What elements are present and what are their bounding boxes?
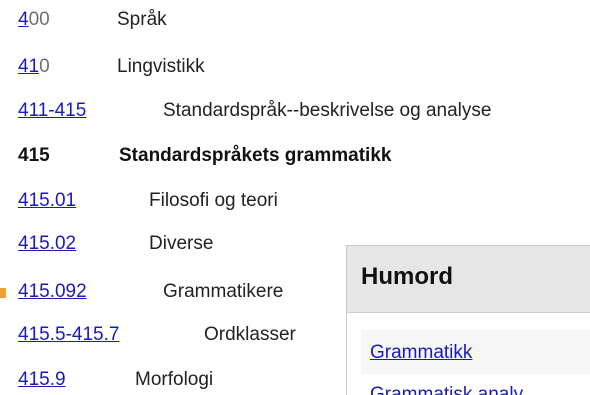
class-label-415-5-415-7: Ordklasser: [204, 324, 296, 345]
class-label-400: Språk: [117, 9, 167, 30]
class-code-410[interactable]: 410: [18, 53, 50, 81]
humord-panel: Humord Grammatikk Grammatisk analy: [346, 245, 590, 395]
class-code-415-092[interactable]: 415.092: [18, 278, 87, 306]
class-label-415-092: Grammatikere: [163, 281, 284, 302]
class-label-415: Standardspråkets grammatikk: [119, 145, 392, 166]
class-row-415-9: 415.9 Morfologi: [18, 366, 346, 394]
class-row-400: 400 Språk: [18, 6, 338, 34]
class-row-415-5-415-7: 415.5-415.7 Ordklasser: [18, 321, 346, 349]
class-row-415-092: 415.092 Grammatikere: [18, 278, 346, 306]
humord-panel-header: Humord: [347, 246, 590, 313]
class-row-410: 410 Lingvistikk: [18, 53, 338, 81]
class-row-411-415: 411-415 Standardspråk--beskrivelse og an…: [18, 97, 590, 125]
class-label-415-01: Filosofi og teori: [149, 190, 278, 211]
current-position-marker: [0, 288, 6, 298]
humord-term-grammatisk-analyse[interactable]: Grammatisk analy: [370, 384, 523, 395]
class-code-415: 415: [18, 145, 50, 166]
class-code-400[interactable]: 400: [18, 6, 50, 34]
humord-panel-title: Humord: [361, 263, 453, 290]
class-code-415-9[interactable]: 415.9: [18, 366, 66, 394]
class-code-415-5-415-7[interactable]: 415.5-415.7: [18, 321, 119, 349]
class-code-415-02[interactable]: 415.02: [18, 230, 76, 258]
class-label-410: Lingvistikk: [117, 56, 205, 77]
humord-term-grammatikk[interactable]: Grammatikk: [370, 342, 472, 364]
class-row-415-01: 415.01 Filosofi og teori: [18, 187, 338, 215]
classification-page: 400 Språk 410 Lingvistikk 411-415 Standa…: [0, 0, 590, 395]
class-code-415-01[interactable]: 415.01: [18, 187, 76, 215]
class-code-411-415[interactable]: 411-415: [18, 97, 86, 125]
class-label-415-9: Morfologi: [135, 369, 214, 390]
class-row-415-current: 415 Standardspråkets grammatikk: [18, 142, 590, 170]
class-label-415-02: Diverse: [149, 233, 214, 254]
class-label-411-415: Standardspråk--beskrivelse og analyse: [163, 100, 492, 121]
class-row-415-02: 415.02 Diverse: [18, 230, 338, 258]
